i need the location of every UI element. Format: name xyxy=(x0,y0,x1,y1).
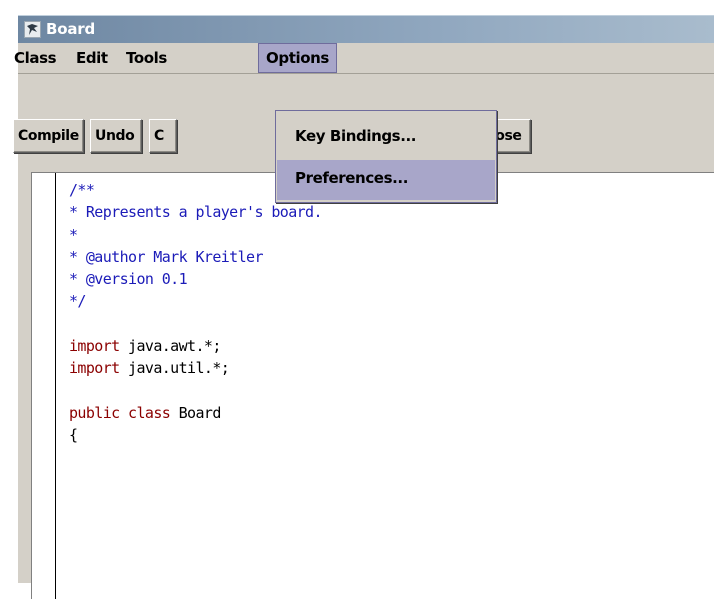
keyword-import: import xyxy=(69,359,120,378)
menu-class[interactable]: Class xyxy=(14,43,57,73)
menu-item-key-bindings[interactable]: Key Bindings... xyxy=(277,118,495,158)
code-line: { xyxy=(69,426,78,445)
code-line: */ xyxy=(69,292,86,311)
keyword-public: public xyxy=(69,403,120,422)
cut-button[interactable]: C xyxy=(149,119,177,153)
window-title: Board xyxy=(46,20,95,38)
menu-options[interactable]: Options xyxy=(258,43,337,73)
editor-window: Board Class Edit Tools Options Compile U… xyxy=(13,15,714,599)
code-line: public class Board xyxy=(69,402,322,424)
gutter-divider xyxy=(55,173,56,599)
bird-icon xyxy=(27,24,38,35)
import-target: java.awt.*; xyxy=(119,337,221,356)
code-editor[interactable]: /** * Represents a player's board. * * @… xyxy=(31,172,714,599)
code-text: /** * Represents a player's board. * * @… xyxy=(69,179,323,447)
code-line: import java.awt.*; xyxy=(69,335,322,357)
keyword-class: class xyxy=(128,403,171,422)
import-target: java.util.*; xyxy=(119,359,230,378)
bluej-app-icon[interactable] xyxy=(24,21,41,38)
code-line: * Represents a player's board. xyxy=(69,203,323,222)
code-line: * @version 0.1 xyxy=(69,270,188,289)
title-bar[interactable]: Board xyxy=(18,15,714,43)
code-line: * @author Mark Kreitler xyxy=(69,247,264,266)
menu-item-preferences[interactable]: Preferences... xyxy=(277,160,495,200)
code-line: import java.util.*; xyxy=(69,357,322,379)
menu-bar: Class Edit Tools Options xyxy=(14,43,714,73)
keyword-import: import xyxy=(69,337,120,356)
menu-tools[interactable]: Tools xyxy=(126,43,167,73)
undo-button[interactable]: Undo xyxy=(90,119,142,153)
code-line: * xyxy=(69,225,78,244)
menu-edit[interactable]: Edit xyxy=(76,43,108,73)
class-name: Board xyxy=(170,403,222,422)
options-dropdown-menu: Key Bindings... Preferences... xyxy=(275,110,497,203)
compile-button[interactable]: Compile xyxy=(13,119,84,153)
